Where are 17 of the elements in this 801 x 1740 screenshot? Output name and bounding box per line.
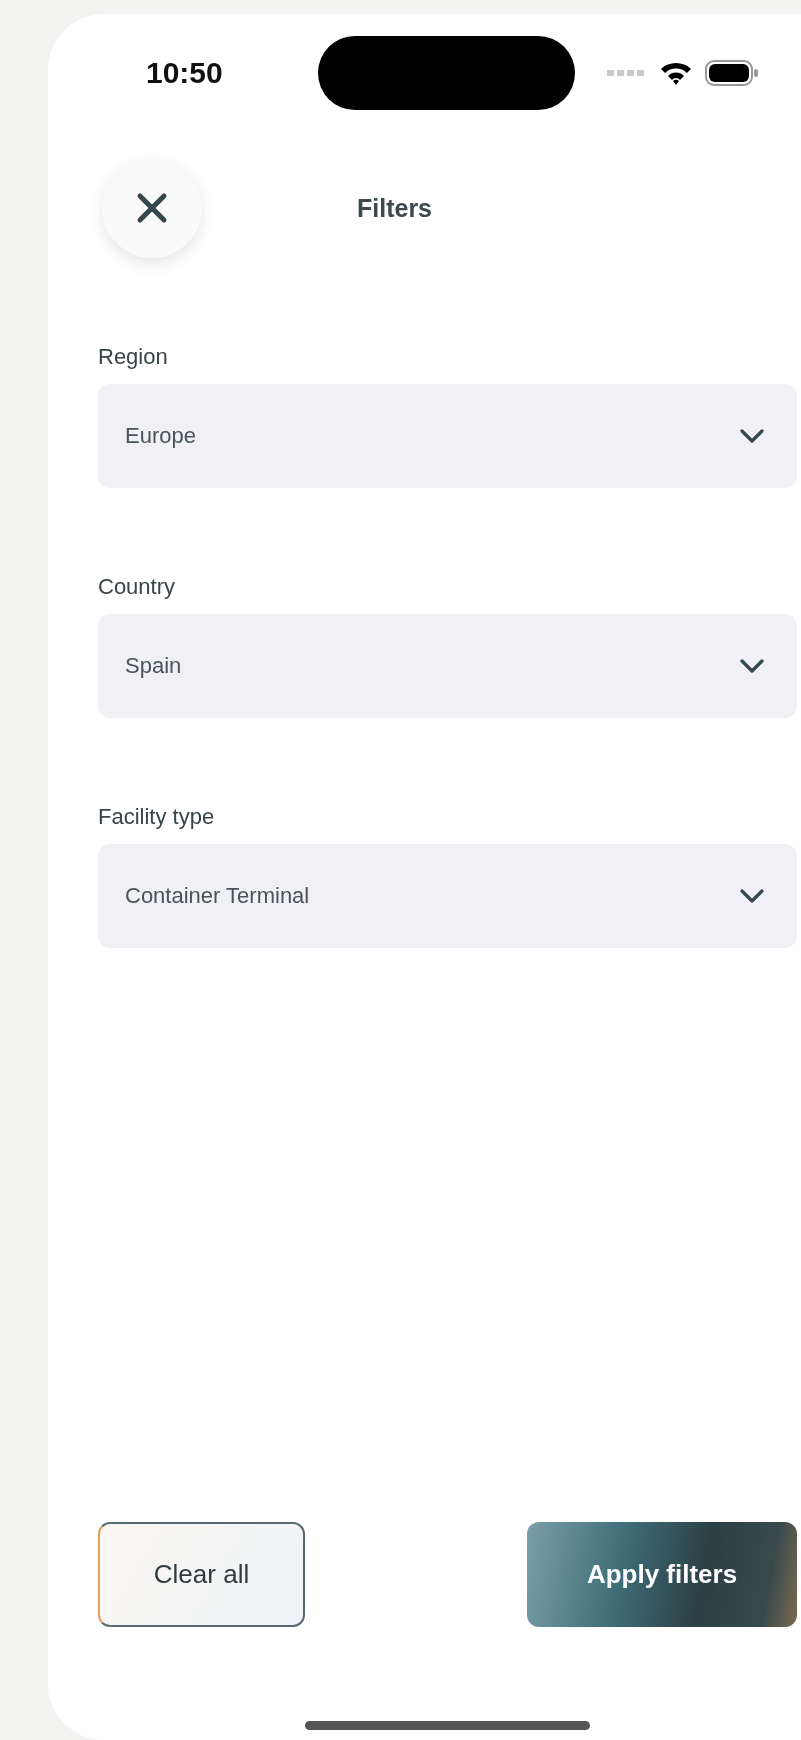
chevron-down-icon — [739, 428, 765, 444]
dropdown-field[interactable]: Europe — [98, 384, 797, 488]
dropdown-field[interactable]: Spain — [98, 614, 797, 718]
chevron-down-icon — [739, 658, 765, 674]
close-icon — [135, 191, 169, 225]
signal-icon — [607, 69, 647, 77]
dropdown-field[interactable]: Container Terminal — [98, 844, 797, 948]
apply-button[interactable]: Apply filters — [527, 1522, 797, 1627]
battery-icon — [705, 60, 759, 86]
status-time: 10:50 — [146, 56, 224, 90]
clear-button[interactable]: Clear all — [98, 1522, 305, 1627]
screen-title: Filters — [357, 193, 433, 223]
field-label: Region — [98, 343, 169, 371]
field-label: Country — [98, 573, 177, 601]
field-label: Facility type — [98, 803, 216, 831]
wifi-icon — [659, 60, 693, 86]
chevron-down-icon — [739, 888, 765, 904]
